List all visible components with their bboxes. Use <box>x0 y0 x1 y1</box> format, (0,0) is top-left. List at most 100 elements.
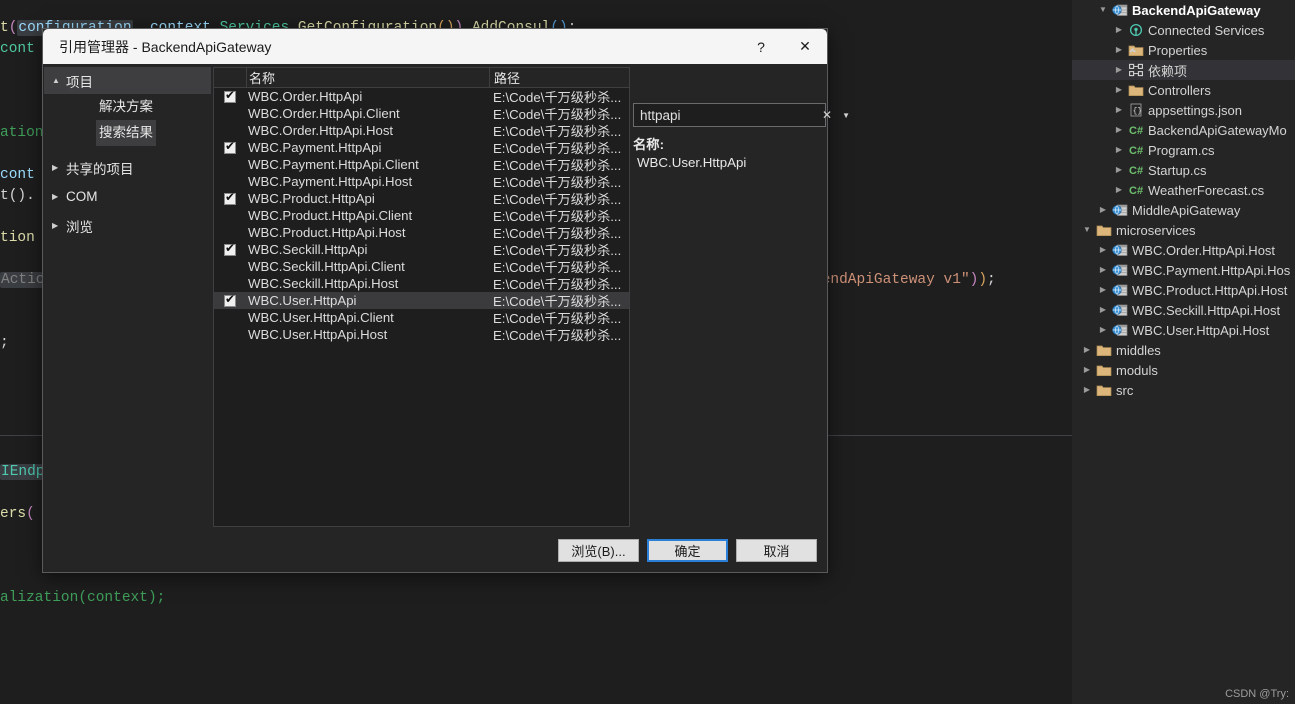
table-row[interactable]: WBC.Product.HttpApi.Client E:\Code\千万级秒杀.… <box>214 207 629 224</box>
row-checkbox-cell[interactable] <box>214 159 246 171</box>
chevron-right-icon[interactable]: ▶ <box>1096 320 1110 340</box>
sidebar-item-middles[interactable]: ▶ middles <box>1072 340 1295 360</box>
ok-button[interactable]: 确定 <box>647 539 728 562</box>
chevron-right-icon[interactable]: ▶ <box>1112 100 1126 120</box>
row-checkbox-cell[interactable] <box>214 261 246 273</box>
table-row[interactable]: WBC.User.HttpApi.Host E:\Code\千万级秒杀... <box>214 326 629 343</box>
nav-group-shared-projects[interactable]: ▶ 共享的项目 <box>44 154 211 181</box>
chevron-right-icon[interactable]: ▶ <box>1080 360 1094 380</box>
table-row[interactable]: WBC.Seckill.HttpApiE:\Code\千万级秒杀... <box>214 241 629 258</box>
checkbox-checked-icon[interactable] <box>224 292 236 307</box>
chevron-right-icon[interactable]: ▶ <box>1096 300 1110 320</box>
checkbox-checked-icon[interactable] <box>224 139 236 154</box>
chevron-right-icon[interactable]: ▶ <box>1112 60 1126 80</box>
chevron-right-icon[interactable]: ▶ <box>1112 20 1126 40</box>
chevron-down-icon[interactable]: ▼ <box>1096 0 1110 20</box>
reference-list[interactable]: 名称 路径 WBC.Order.HttpApiE:\Code\千万级秒杀...W… <box>213 67 630 527</box>
sidebar-item-src[interactable]: ▶ src <box>1072 380 1295 400</box>
row-checkbox-cell[interactable] <box>214 176 246 188</box>
sidebar-item-wbc-product-httpapi-host[interactable]: ▶ WBC.Product.HttpApi.Host <box>1072 280 1295 300</box>
dialog-nav-tree[interactable]: ▲ 项目 解决方案 搜索结果 ▶ 共享的项目 ▶ COM ▶ 浏览 <box>44 67 211 527</box>
table-row[interactable]: WBC.Product.HttpApiE:\Code\千万级秒杀... <box>214 190 629 207</box>
chevron-right-icon[interactable]: ▶ <box>1096 260 1110 280</box>
chevron-right-icon[interactable]: ▶ <box>1112 120 1126 140</box>
sidebar-item-backendapigatewaymo[interactable]: ▶ C# BackendApiGatewayMo <box>1072 120 1295 140</box>
row-checkbox-cell[interactable] <box>214 108 246 120</box>
table-row[interactable]: WBC.Seckill.HttpApi.Host E:\Code\千万级秒杀... <box>214 275 629 292</box>
table-row[interactable]: WBC.Payment.HttpApi.Host E:\Code\千万级秒杀... <box>214 173 629 190</box>
chevron-right-icon[interactable]: ▶ <box>1112 140 1126 160</box>
sidebar-item-wbc-seckill-httpapi-host[interactable]: ▶ WBC.Seckill.HttpApi.Host <box>1072 300 1295 320</box>
sidebar-item-properties[interactable]: ▶ Properties <box>1072 40 1295 60</box>
dialog-window-controls[interactable]: ? ✕ <box>739 29 827 64</box>
sidebar-item-weatherforecast-cs[interactable]: ▶ C# WeatherForecast.cs <box>1072 180 1295 200</box>
row-checkbox-cell[interactable] <box>214 190 246 205</box>
sidebar-item-moduls[interactable]: ▶ moduls <box>1072 360 1295 380</box>
close-icon[interactable]: ✕ <box>783 29 827 64</box>
sidebar-item-microservices[interactable]: ▼ microservices <box>1072 220 1295 240</box>
header-path-col[interactable]: 路径 <box>489 68 629 87</box>
row-checkbox-cell[interactable] <box>214 292 246 307</box>
row-checkbox-cell[interactable] <box>214 139 246 154</box>
reference-list-rows[interactable]: WBC.Order.HttpApiE:\Code\千万级秒杀...WBC.Ord… <box>214 88 629 343</box>
nav-group-com[interactable]: ▶ COM <box>44 183 211 210</box>
row-checkbox-cell[interactable] <box>214 210 246 222</box>
sidebar-item-middleapigateway[interactable]: ▶ MiddleApiGateway <box>1072 200 1295 220</box>
table-row[interactable]: WBC.User.HttpApi.Client E:\Code\千万级秒杀... <box>214 309 629 326</box>
table-row[interactable]: WBC.Order.HttpApi.Host E:\Code\千万级秒杀... <box>214 122 629 139</box>
table-row[interactable]: WBC.Order.HttpApiE:\Code\千万级秒杀... <box>214 88 629 105</box>
reference-manager-dialog[interactable]: 引用管理器 - BackendApiGateway ? ✕ ▲ 项目 解决方案 … <box>42 28 850 573</box>
sidebar-item-connected-services[interactable]: ▶ Connected Services <box>1072 20 1295 40</box>
search-dropdown-icon[interactable]: ▼ <box>837 111 857 120</box>
table-row[interactable]: WBC.Order.HttpApi.Client E:\Code\千万级秒杀... <box>214 105 629 122</box>
chevron-right-icon[interactable]: ▶ <box>1080 380 1094 400</box>
chevron-right-icon[interactable]: ▶ <box>1096 280 1110 300</box>
chevron-right-icon[interactable]: ▶ <box>1112 80 1126 100</box>
sidebar-item-wbc-order-httpapi-host[interactable]: ▶ WBC.Order.HttpApi.Host <box>1072 240 1295 260</box>
solution-explorer-panel[interactable]: ▼ BackendApiGateway ▶ Connected Services ▶ Pr… <box>1072 0 1295 704</box>
table-row[interactable]: WBC.Seckill.HttpApi.Client E:\Code\千万级秒杀.… <box>214 258 629 275</box>
cancel-button[interactable]: 取消 <box>736 539 817 562</box>
browse-button[interactable]: 浏览(B)... <box>558 539 639 562</box>
clear-search-icon[interactable]: ✕ <box>817 108 837 122</box>
checkbox-checked-icon[interactable] <box>224 241 236 256</box>
sidebar-item-startup-cs[interactable]: ▶ C# Startup.cs <box>1072 160 1295 180</box>
sidebar-item-backendapigateway[interactable]: ▼ BackendApiGateway <box>1072 0 1295 20</box>
search-box[interactable]: ✕ ▼ <box>633 103 850 127</box>
table-row[interactable]: WBC.Payment.HttpApi.Client E:\Code\千万级秒杀.… <box>214 156 629 173</box>
row-checkbox-cell[interactable] <box>214 125 246 137</box>
sidebar-item-program-cs[interactable]: ▶ C# Program.cs <box>1072 140 1295 160</box>
row-checkbox-cell[interactable] <box>214 312 246 324</box>
header-name-col[interactable]: 名称 <box>246 68 489 87</box>
sidebar-item-wbc-user-httpapi-host[interactable]: ▶ WBC.User.HttpApi.Host <box>1072 320 1295 340</box>
row-checkbox-cell[interactable] <box>214 278 246 290</box>
solution-tree[interactable]: ▼ BackendApiGateway ▶ Connected Services ▶ Pr… <box>1072 0 1295 400</box>
checkbox-checked-icon[interactable] <box>224 88 236 103</box>
nav-item-solution[interactable]: 解决方案 <box>44 94 211 120</box>
table-row[interactable]: WBC.Payment.HttpApiE:\Code\千万级秒杀... <box>214 139 629 156</box>
sidebar-item-[interactable]: ▶ 依赖项 <box>1072 60 1295 80</box>
row-checkbox-cell[interactable] <box>214 241 246 256</box>
help-icon[interactable]: ? <box>739 29 783 64</box>
chevron-down-icon[interactable]: ▼ <box>1080 220 1094 240</box>
sidebar-item-wbc-payment-httpapi-hos[interactable]: ▶ WBC.Payment.HttpApi.Hos <box>1072 260 1295 280</box>
search-input[interactable] <box>634 107 817 123</box>
nav-group-projects[interactable]: ▲ 项目 <box>44 67 211 94</box>
chevron-right-icon[interactable]: ▶ <box>1112 180 1126 200</box>
sidebar-item-controllers[interactable]: ▶ Controllers <box>1072 80 1295 100</box>
chevron-right-icon[interactable]: ▶ <box>1080 340 1094 360</box>
chevron-right-icon[interactable]: ▶ <box>1096 200 1110 220</box>
nav-item-search-results[interactable]: 搜索结果 <box>44 120 211 146</box>
sidebar-item-appsettings-json[interactable]: ▶ {} appsettings.json <box>1072 100 1295 120</box>
chevron-right-icon[interactable]: ▶ <box>1112 40 1126 60</box>
dialog-title-bar[interactable]: 引用管理器 - BackendApiGateway ? ✕ <box>43 29 827 64</box>
table-row[interactable]: WBC.Product.HttpApi.Host E:\Code\千万级秒杀... <box>214 224 629 241</box>
table-row[interactable]: WBC.User.HttpApiE:\Code\千万级秒杀... <box>214 292 629 309</box>
row-checkbox-cell[interactable] <box>214 329 246 341</box>
chevron-right-icon[interactable]: ▶ <box>1096 240 1110 260</box>
row-checkbox-cell[interactable] <box>214 88 246 103</box>
chevron-right-icon[interactable]: ▶ <box>1112 160 1126 180</box>
checkbox-checked-icon[interactable] <box>224 190 236 205</box>
row-checkbox-cell[interactable] <box>214 227 246 239</box>
nav-group-browse[interactable]: ▶ 浏览 <box>44 212 211 239</box>
